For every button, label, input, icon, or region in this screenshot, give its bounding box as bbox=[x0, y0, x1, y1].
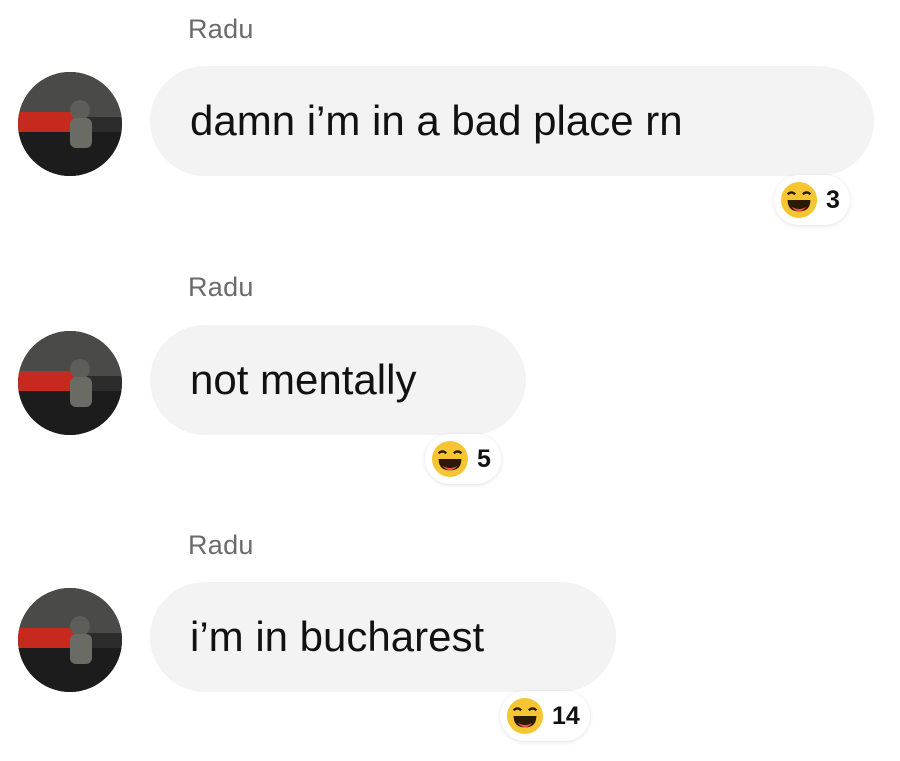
laughing-emoji-icon bbox=[431, 440, 469, 478]
reaction-badge[interactable]: 3 bbox=[774, 175, 850, 225]
message-bubble[interactable]: i’m in bucharest bbox=[150, 582, 616, 692]
avatar[interactable] bbox=[18, 72, 122, 176]
avatar-image bbox=[18, 331, 122, 435]
reaction-badge[interactable]: 14 bbox=[500, 691, 590, 741]
avatar-image bbox=[18, 72, 122, 176]
laughing-emoji-icon bbox=[780, 181, 818, 219]
message-bubble[interactable]: not mentally bbox=[150, 325, 526, 435]
laughing-emoji-icon bbox=[506, 697, 544, 735]
message-bubble[interactable]: damn i’m in a bad place rn bbox=[150, 66, 874, 176]
reaction-count: 14 bbox=[552, 701, 580, 730]
sender-name: Radu bbox=[188, 14, 254, 44]
reaction-count: 5 bbox=[477, 444, 491, 473]
sender-name: Radu bbox=[188, 530, 254, 560]
avatar-image bbox=[18, 588, 122, 692]
avatar[interactable] bbox=[18, 331, 122, 435]
sender-name: Radu bbox=[188, 272, 254, 302]
reaction-badge[interactable]: 5 bbox=[425, 434, 501, 484]
reaction-count: 3 bbox=[826, 185, 840, 214]
avatar[interactable] bbox=[18, 588, 122, 692]
